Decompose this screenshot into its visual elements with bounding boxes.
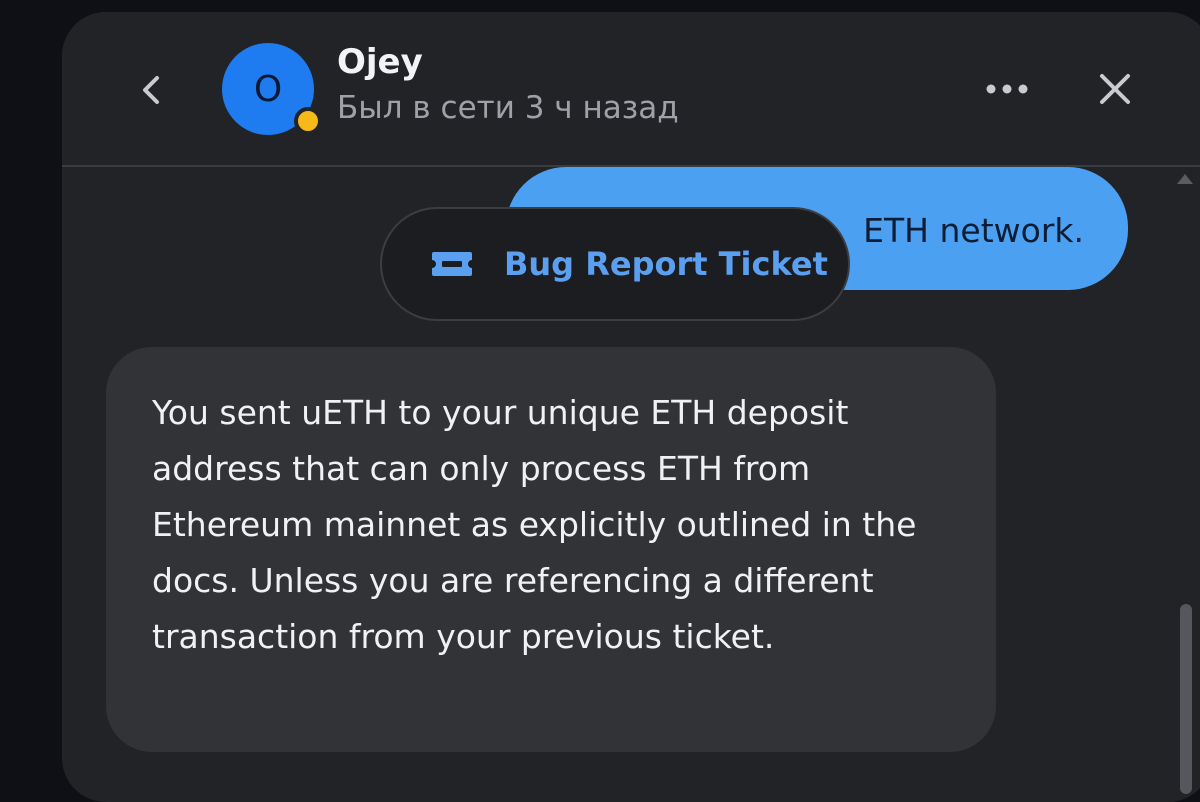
scroll-up-arrow[interactable] — [1177, 174, 1193, 184]
incoming-message-text: You sent uETH to your unique ETH deposit… — [152, 393, 917, 656]
bug-report-ticket-button[interactable]: Bug Report Ticket — [380, 207, 850, 321]
message-list[interactable]: ETH network. Bug Report Ticket You sent … — [62, 167, 1200, 787]
more-options-button[interactable] — [977, 72, 1037, 106]
more-horizontal-icon — [986, 84, 1028, 94]
chat-header: O Ojey Был в сети 3 ч назад — [62, 12, 1200, 167]
close-icon — [1100, 74, 1130, 104]
avatar-initial: O — [253, 68, 283, 110]
status-indicator — [294, 107, 322, 135]
chevron-left-icon — [143, 76, 159, 104]
back-button[interactable] — [132, 70, 172, 110]
outgoing-message-text: ETH network. — [863, 211, 1084, 250]
ticket-icon — [432, 252, 472, 276]
contact-name: Ojey — [337, 42, 423, 82]
close-button[interactable] — [1090, 64, 1140, 114]
chat-window: O Ojey Был в сети 3 ч назад ETH network. — [62, 12, 1200, 802]
scrollbar-thumb[interactable] — [1180, 604, 1192, 794]
ticket-label: Bug Report Ticket — [504, 245, 828, 283]
contact-last-seen: Был в сети 3 ч назад — [337, 90, 679, 126]
incoming-message: You sent uETH to your unique ETH deposit… — [106, 347, 996, 752]
